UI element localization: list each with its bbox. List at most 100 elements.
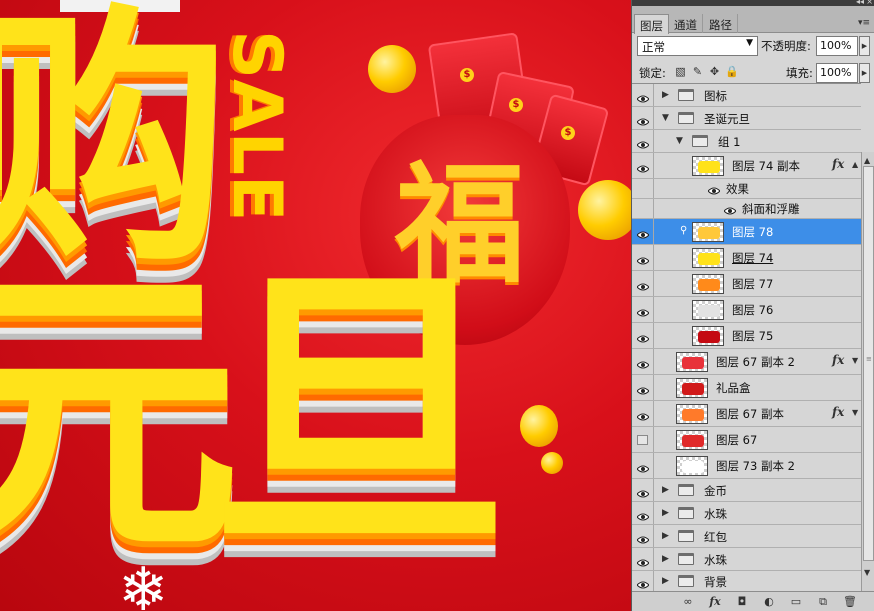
hidden-visibility-icon — [637, 435, 648, 445]
eye-icon — [636, 384, 650, 395]
tab-paths[interactable]: 路径 — [704, 14, 738, 33]
tab-channels[interactable]: 通道 — [669, 14, 703, 33]
layer-style-icon[interactable]: fx — [707, 594, 723, 609]
chevron-down-icon[interactable]: ▼ — [852, 356, 858, 365]
visibility-toggle[interactable] — [632, 271, 654, 296]
visibility-toggle[interactable] — [632, 427, 654, 452]
layer-group-row[interactable]: ▼ 圣诞元旦 — [632, 107, 861, 130]
layer-row[interactable]: 图层 74 — [632, 245, 861, 271]
layer-row[interactable]: 礼品盒 — [632, 375, 861, 401]
layer-name: 红包 — [704, 529, 727, 544]
scroll-thumb[interactable]: ≡ — [863, 166, 874, 561]
layer-row[interactable]: 图层 67 — [632, 427, 861, 453]
layer-group-row[interactable]: ▶ 水珠 — [632, 502, 861, 525]
thumbnail-content — [682, 435, 704, 447]
visibility-toggle[interactable] — [632, 219, 654, 244]
layer-row[interactable]: 图层 67 副本 fx ▼ — [632, 401, 861, 427]
scroll-down-icon[interactable]: ▼ — [864, 568, 870, 577]
layer-row[interactable]: 图层 77 — [632, 271, 861, 297]
fill-slider-button[interactable]: ▶ — [859, 63, 870, 83]
visibility-toggle[interactable] — [632, 525, 654, 547]
visibility-toggle[interactable] — [632, 349, 654, 374]
visibility-toggle[interactable] — [632, 548, 654, 570]
lock-all-icon[interactable]: 🔒 — [725, 65, 739, 78]
panel-menu-icon[interactable]: ▾≡ — [858, 18, 870, 28]
scroll-grip-icon: ≡ — [866, 355, 872, 363]
layer-name: 背景 — [704, 575, 727, 589]
fx-icon[interactable]: fx — [832, 157, 844, 171]
eye-icon — [636, 487, 650, 497]
chevron-down-icon[interactable]: ▼ — [662, 113, 669, 123]
scroll-up-icon[interactable]: ▲ — [864, 156, 870, 165]
lock-transparency-icon[interactable]: ▧ — [674, 65, 687, 78]
visibility-toggle[interactable] — [632, 479, 654, 501]
new-group-icon[interactable]: ▭ — [788, 594, 804, 609]
visibility-toggle[interactable] — [632, 245, 654, 270]
layer-row[interactable]: 图层 67 副本 2 fx ▼ — [632, 349, 861, 375]
fill-input[interactable]: 100% — [816, 63, 858, 83]
layer-row[interactable]: 图层 73 副本 2 — [632, 453, 861, 479]
thumbnail-content — [698, 305, 720, 317]
eye-icon — [636, 306, 650, 317]
thumbnail-content — [682, 409, 704, 421]
dollar-icon: $ — [561, 126, 575, 140]
tab-layers[interactable]: 图层 — [634, 14, 669, 34]
opacity-slider-button[interactable]: ▶ — [859, 36, 870, 56]
layer-group-row[interactable]: ▶ 图标 — [632, 84, 861, 107]
layer-effect-row[interactable]: 效果 — [632, 179, 861, 199]
opacity-input[interactable]: 100% — [816, 36, 858, 56]
adjustment-layer-icon[interactable]: ◐ — [761, 594, 777, 609]
layer-group-row[interactable]: ▶ 红包 — [632, 525, 861, 548]
chevron-right-icon[interactable]: ▶ — [662, 90, 669, 100]
chevron-right-icon[interactable]: ▶ — [662, 554, 669, 564]
visibility-toggle[interactable] — [632, 401, 654, 426]
visibility-toggle[interactable] — [632, 199, 654, 218]
fx-icon[interactable]: fx — [832, 353, 844, 367]
layer-group-row[interactable]: ▶ 背景 — [632, 571, 861, 591]
visibility-toggle[interactable] — [632, 502, 654, 524]
layer-row[interactable]: 图层 74 副本 fx ▲ — [632, 153, 861, 179]
layer-row[interactable]: 图层 76 — [632, 297, 861, 323]
blend-mode-select[interactable]: 正常 ▼ — [637, 36, 758, 56]
layer-row[interactable]: ⚲ 图层 78 — [632, 219, 861, 245]
layer-row[interactable]: 图层 75 — [632, 323, 861, 349]
chevron-right-icon[interactable]: ▶ — [662, 531, 669, 541]
eye-icon[interactable] — [707, 184, 721, 195]
eye-icon[interactable] — [723, 204, 737, 215]
visibility-toggle[interactable] — [632, 323, 654, 348]
chevron-right-icon[interactable]: ▶ — [662, 576, 669, 586]
effect-name: 斜面和浮雕 — [742, 202, 800, 216]
chevron-up-icon[interactable]: ▲ — [852, 160, 858, 169]
layer-group-row[interactable]: ▶ 金币 — [632, 479, 861, 502]
lock-pixels-icon[interactable]: ✎ — [691, 65, 704, 78]
add-mask-icon[interactable]: ◘ — [734, 594, 750, 609]
visibility-toggle[interactable] — [632, 179, 654, 198]
visibility-toggle[interactable] — [632, 130, 654, 152]
chevron-right-icon[interactable]: ▶ — [662, 508, 669, 518]
thumbnail-content — [698, 161, 720, 173]
layers-scrollbar[interactable]: ▲ ≡ ▼ — [861, 152, 874, 591]
visibility-toggle[interactable] — [632, 297, 654, 322]
lock-position-icon[interactable]: ✥ — [708, 65, 721, 78]
visibility-toggle[interactable] — [632, 153, 654, 178]
visibility-toggle[interactable] — [632, 84, 654, 106]
delete-layer-icon[interactable]: 🗑 — [842, 594, 858, 609]
fx-icon[interactable]: fx — [832, 405, 844, 419]
chevron-down-icon[interactable]: ▼ — [852, 408, 858, 417]
new-layer-icon[interactable]: ⧉ — [815, 594, 831, 609]
visibility-toggle[interactable] — [632, 571, 654, 591]
visibility-toggle[interactable] — [632, 107, 654, 129]
layer-thumbnail — [676, 352, 708, 372]
chevron-right-icon[interactable]: ▶ — [662, 485, 669, 495]
layer-name: 金币 — [704, 483, 727, 498]
layer-group-row[interactable]: ▼ 组 1 — [632, 130, 861, 153]
folder-icon — [692, 134, 708, 147]
visibility-toggle[interactable] — [632, 453, 654, 478]
link-layers-icon[interactable]: ∞ — [680, 594, 696, 609]
layer-effect-row[interactable]: 斜面和浮雕 — [632, 199, 861, 219]
visibility-toggle[interactable] — [632, 375, 654, 400]
chevron-down-icon[interactable]: ▼ — [676, 136, 683, 146]
layer-group-row[interactable]: ▶ 水珠 — [632, 548, 861, 571]
document-canvas[interactable]: $ $ $ 福 SALE 购 元旦 ❄ — [0, 0, 631, 611]
eye-icon — [636, 280, 650, 291]
